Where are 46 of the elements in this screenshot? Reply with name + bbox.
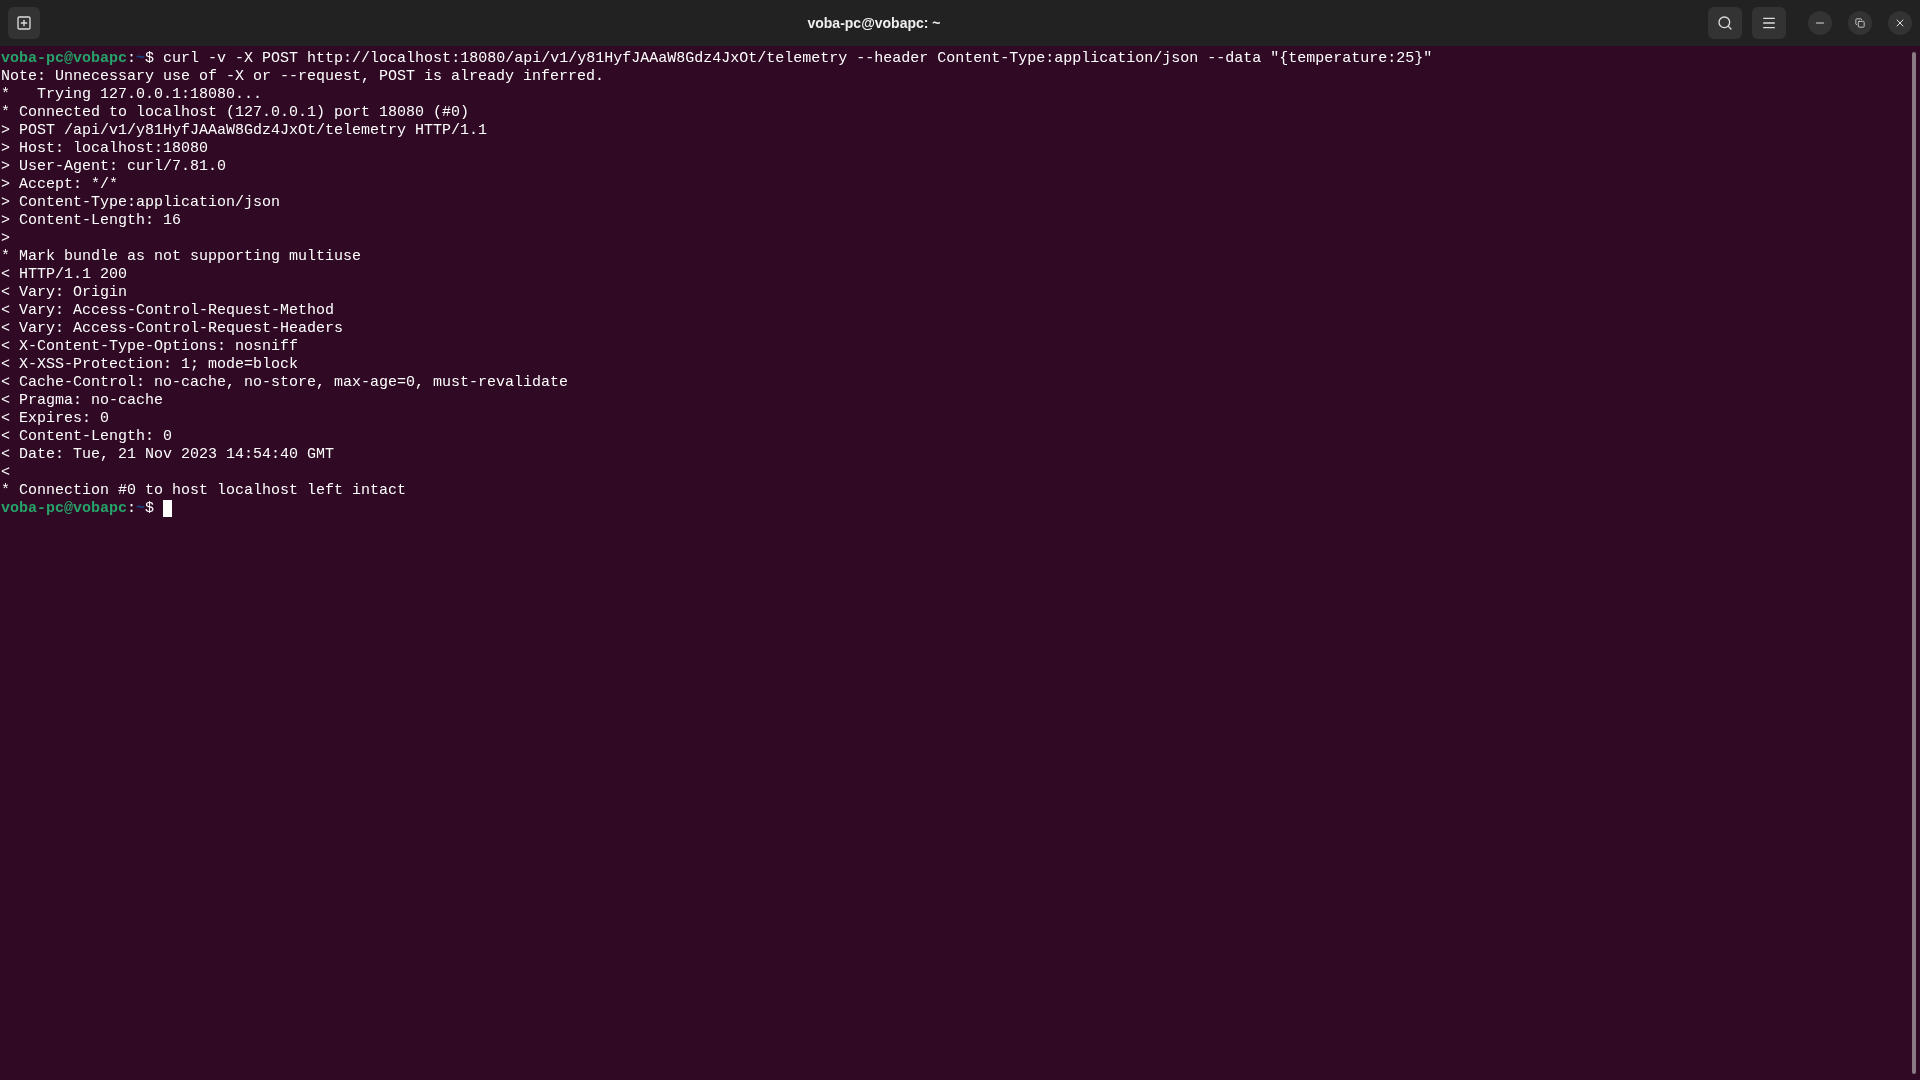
output-line: > POST /api/v1/y81HyfJAAaW8Gdz4JxOt/telemetry HTTP/1.1 <box>1 122 488 140</box>
output-line: < Date: Tue, 21 Nov 2023 14:54:40 GMT <box>1 446 335 464</box>
output-line: < X-XSS-Protection: 1; mode=block <box>1 356 299 374</box>
output-line: < Vary: Access-Control-Request-Method <box>1 302 335 320</box>
window-title: voba-pc@vobapc: ~ <box>807 13 941 33</box>
prompt-separator: : <box>127 500 137 518</box>
minimize-button[interactable] <box>1808 11 1832 35</box>
output-line: > User-Agent: curl/7.81.0 <box>1 158 227 176</box>
search-icon <box>1717 15 1733 31</box>
output-line: * Connection #0 to host localhost left intact <box>1 482 407 500</box>
output-line: > <box>1 230 10 248</box>
output-line: > Content-Type:application/json <box>1 194 281 212</box>
close-button[interactable] <box>1888 11 1912 35</box>
prompt-host: voba-pc@vobapc <box>1 50 128 68</box>
restore-icon <box>1855 18 1865 28</box>
output-line: < Content-Length: 0 <box>1 428 173 446</box>
menu-button[interactable] <box>1752 7 1786 39</box>
new-tab-button[interactable] <box>8 7 40 39</box>
output-line: < Expires: 0 <box>1 410 110 428</box>
prompt-path: ~ <box>136 50 146 68</box>
output-line: * Mark bundle as not supporting multiuse <box>1 248 362 266</box>
output-line: > Host: localhost:18080 <box>1 140 209 158</box>
output-line: < X-Content-Type-Options: nosniff <box>1 338 299 356</box>
command-text: curl -v -X POST http://localhost:18080/api/v1/y81HyfJAAaW8Gdz4JxOt/telemetry --header Content-Type:application/json --data "{temperature:25}" <box>163 50 1433 68</box>
prompt-symbol: $ <box>145 50 155 68</box>
close-icon <box>1894 17 1906 29</box>
output-line: < Vary: Access-Control-Request-Headers <box>1 320 344 338</box>
output-line: < Vary: Origin <box>1 284 128 302</box>
output-line: > Content-Length: 16 <box>1 212 182 230</box>
search-button[interactable] <box>1708 7 1742 39</box>
menu-icon <box>1761 15 1777 31</box>
restore-button[interactable] <box>1848 11 1872 35</box>
prompt-symbol: $ <box>145 500 155 518</box>
prompt-path: ~ <box>136 500 146 518</box>
output-line: < Pragma: no-cache <box>1 392 164 410</box>
output-line: * Connected to localhost (127.0.0.1) port 18080 (#0) <box>1 104 470 122</box>
output-line: < HTTP/1.1 200 <box>1 266 128 284</box>
output-line: Note: Unnecessary use of -X or --request, POST is already inferred. <box>1 68 605 86</box>
output-line: < Cache-Control: no-cache, no-store, max-age=0, must-revalidate <box>1 374 569 392</box>
prompt-host: voba-pc@vobapc <box>1 500 128 518</box>
output-line: < <box>1 464 10 482</box>
output-line: * Trying 127.0.0.1:18080... <box>1 86 263 104</box>
scrollbar[interactable] <box>1912 52 1916 1074</box>
prompt-separator: : <box>127 50 137 68</box>
output-line: > Accept: */* <box>1 176 119 194</box>
new-tab-icon <box>16 15 32 31</box>
